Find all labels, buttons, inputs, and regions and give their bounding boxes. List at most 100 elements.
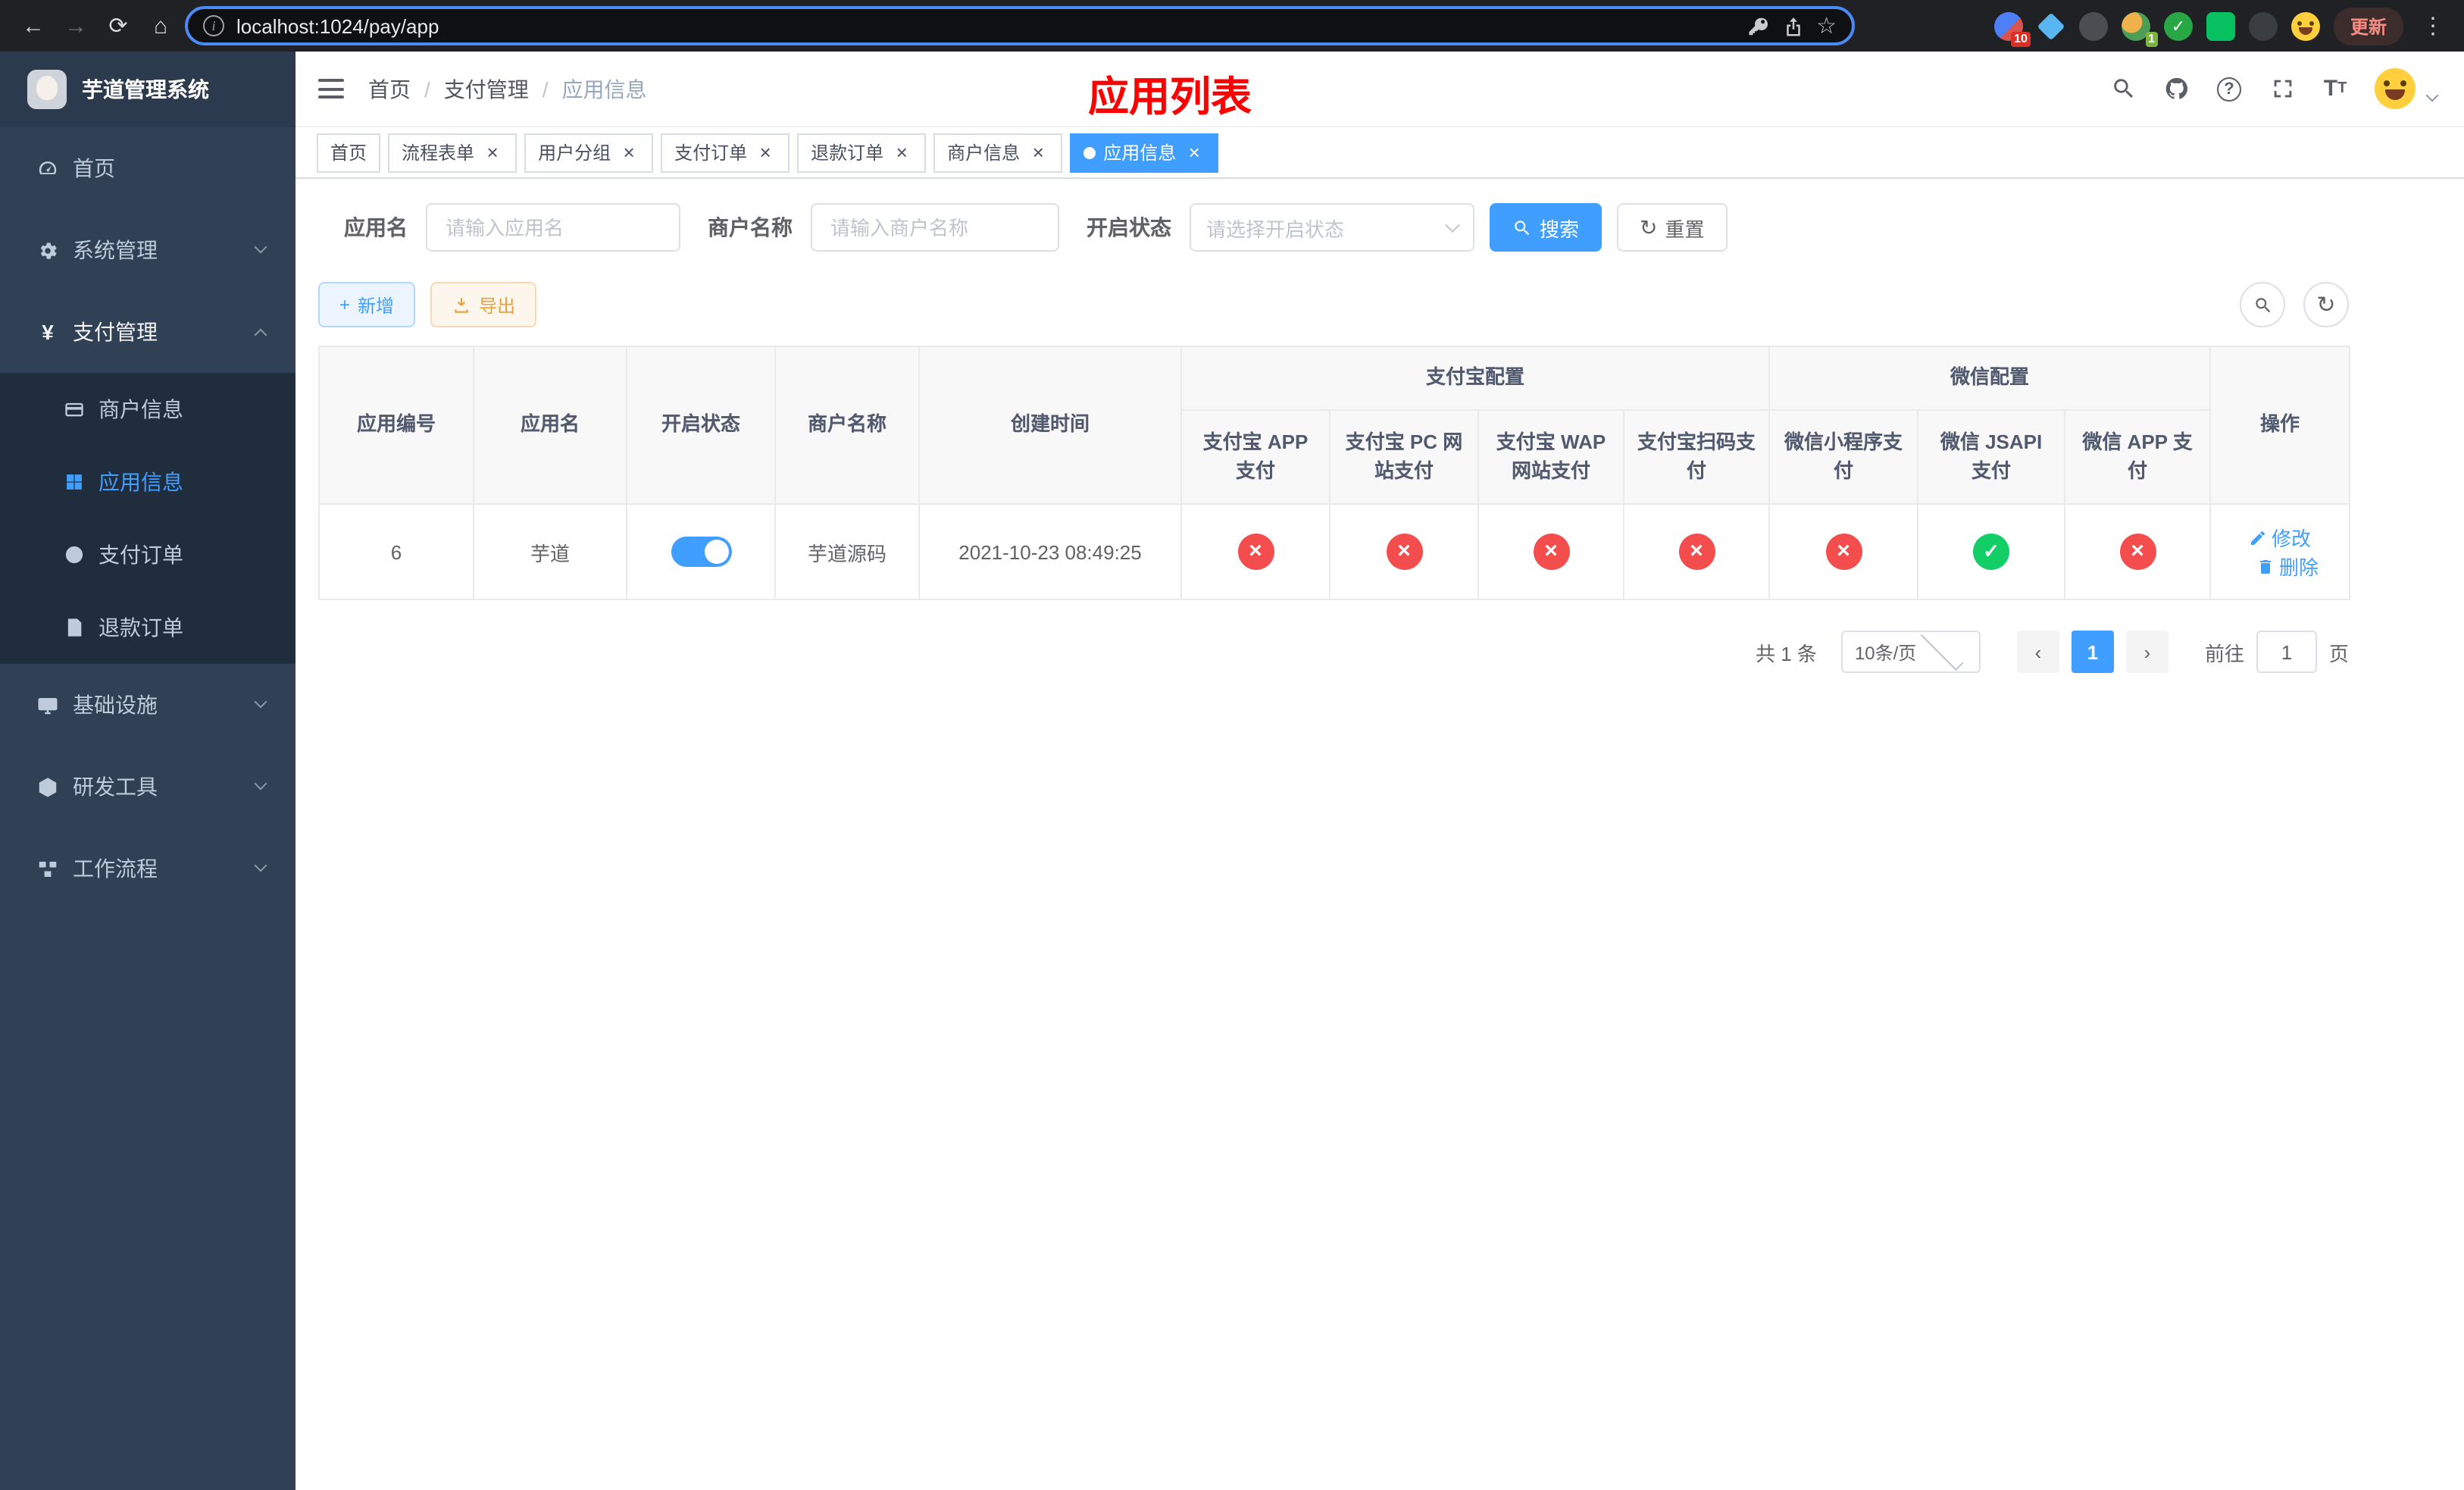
status-select[interactable]: 请选择开启状态 [1190, 203, 1474, 252]
page-info-icon[interactable]: i [203, 15, 224, 36]
font-size-icon[interactable]: TT [2322, 75, 2349, 102]
prev-page-button[interactable]: ‹ [2016, 631, 2059, 673]
cell-wechat-mini-pay [1768, 503, 1919, 600]
edit-button[interactable]: 修改 [2249, 523, 2311, 552]
extension-icon-pin[interactable] [2248, 11, 2278, 40]
sidebar-item-infrastructure[interactable]: 基础设施 [0, 664, 295, 746]
status-toggle[interactable] [671, 537, 731, 567]
delete-button[interactable]: 删除 [2256, 552, 2319, 581]
sidebar-item-payment[interactable]: ¥ 支付管理 [0, 291, 295, 373]
sidebar-item-app-info[interactable]: 应用信息 [0, 446, 295, 518]
tabs-bar: 首页 流程表单 × 用户分组 × 支付订单 × 退款订单 × 商户信息 × 应用… [295, 127, 2464, 179]
cell-alipay-pc-pay [1329, 503, 1479, 600]
extension-icon-check[interactable]: ✓ [2163, 11, 2193, 40]
next-page-button[interactable]: › [2125, 631, 2169, 673]
col-wechat-mini: 微信小程序支付 [1768, 409, 1919, 505]
sidebar-item-home[interactable]: 首页 [0, 127, 295, 209]
status-label: 开启状态 [1087, 215, 1171, 239]
tab-user-group[interactable]: 用户分组 × [524, 133, 654, 172]
chevron-down-icon [1920, 627, 1964, 671]
tab-refund-order[interactable]: 退款订单 × [797, 133, 927, 172]
config-status-icon [1386, 534, 1422, 570]
close-icon[interactable]: × [618, 142, 639, 163]
tab-pay-order[interactable]: 支付订单 × [661, 133, 790, 172]
reload-button[interactable]: ⟳ [100, 8, 136, 44]
config-status-icon [1237, 534, 1274, 570]
user-avatar[interactable] [2375, 68, 2416, 109]
extension-icon-chat[interactable] [2206, 11, 2235, 40]
extension-icon-avatar[interactable]: 1 [2121, 11, 2158, 46]
breadcrumb-separator: / [542, 77, 549, 101]
merchant-name-input[interactable] [811, 203, 1059, 252]
tab-label: 商户信息 [947, 142, 1021, 164]
sidebar-item-workflow[interactable]: 工作流程 [0, 828, 295, 909]
bookmark-star-icon[interactable]: ☆ [1816, 12, 1837, 39]
back-button[interactable]: ← [15, 8, 52, 44]
sidebar-item-refund-order[interactable]: 退款订单 [0, 591, 295, 664]
close-icon[interactable]: × [482, 142, 503, 163]
col-alipay-wap: 支付宝 WAP 网站支付 [1477, 409, 1624, 505]
reset-button[interactable]: ↻ 重置 [1617, 203, 1728, 252]
search-button-label: 搜索 [1540, 218, 1580, 240]
workflow-icon [36, 857, 59, 880]
close-icon[interactable]: × [755, 142, 776, 163]
github-icon[interactable] [2162, 75, 2190, 102]
tab-label: 用户分组 [538, 142, 611, 164]
config-status-icon [1973, 534, 2010, 570]
fullscreen-icon[interactable] [2269, 75, 2296, 102]
goto-page-input[interactable] [2256, 631, 2317, 673]
apps-table: 应用编号 应用名 开启状态 商户名称 创建时间 支付宝配置 微信配置 操作 支付… [318, 346, 2351, 600]
extension-icon-emoji[interactable] [2290, 11, 2320, 40]
sidebar-item-merchant-info[interactable]: 商户信息 [0, 373, 295, 446]
sidebar-toggle-icon[interactable] [318, 79, 344, 99]
app-frame: 芋道管理系统 首页 系统管理 ¥ 支付管理 商户信息 应用信息 支付订单 退款订… [0, 52, 2464, 1490]
export-button-label: 导出 [479, 295, 516, 316]
add-button[interactable]: + 新增 [318, 282, 416, 327]
tab-process-form[interactable]: 流程表单 × [388, 133, 518, 172]
cell-app-name: 芋道 [473, 503, 627, 600]
url-bar[interactable]: i localhost:1024/pay/app ☆ [185, 6, 1855, 45]
tab-home[interactable]: 首页 [317, 133, 381, 172]
chevron-down-icon [1445, 217, 1460, 232]
help-icon[interactable]: ? [2215, 75, 2243, 102]
password-key-icon[interactable] [1746, 14, 1769, 37]
active-dot-icon [1083, 146, 1096, 158]
refresh-table-button[interactable]: ↻ [2303, 282, 2349, 327]
col-alipay-pc: 支付宝 PC 网站支付 [1329, 409, 1479, 505]
tab-merchant-info[interactable]: 商户信息 × [933, 133, 1063, 172]
tab-app-info[interactable]: 应用信息 × [1070, 133, 1219, 172]
home-button[interactable]: ⌂ [142, 8, 179, 44]
page-size-select[interactable]: 10条/页 [1840, 627, 1981, 673]
browser-menu-icon[interactable]: ⋮ [2417, 12, 2449, 39]
sidebar-item-dev-tools[interactable]: 研发工具 [0, 746, 295, 828]
close-icon[interactable]: × [1027, 142, 1049, 163]
export-button[interactable]: 导出 [430, 282, 537, 327]
credit-card-icon [62, 398, 85, 421]
coin-icon [62, 543, 85, 566]
extension-badge: 10 [2011, 31, 2031, 46]
extension-icon-dark[interactable] [2078, 11, 2108, 40]
app-name-input[interactable] [426, 203, 680, 252]
col-alipay-qr: 支付宝扫码支付 [1622, 409, 1771, 505]
extension-icon-puzzle[interactable]: 10 [1993, 11, 2031, 46]
app-title: 芋道管理系统 [82, 77, 209, 102]
breadcrumb-home[interactable]: 首页 [368, 74, 411, 104]
extension-icon-diamond[interactable] [2037, 11, 2065, 40]
page-number-button[interactable]: 1 [2071, 631, 2114, 673]
browser-update-button[interactable]: 更新 [2333, 7, 2403, 45]
sidebar-item-pay-order[interactable]: 支付订单 [0, 518, 295, 591]
chevron-down-icon [254, 240, 267, 254]
cell-create-time: 2021-10-23 08:49:25 [918, 503, 1182, 600]
avatar-caret-icon[interactable] [2425, 88, 2439, 102]
search-button[interactable]: 搜索 [1490, 203, 1603, 252]
close-icon[interactable]: × [1184, 142, 1205, 163]
search-icon[interactable] [2109, 75, 2137, 102]
breadcrumb-payment[interactable]: 支付管理 [444, 74, 529, 104]
sidebar-logo[interactable]: 芋道管理系统 [0, 52, 295, 127]
toggle-search-button[interactable] [2240, 282, 2285, 327]
forward-button[interactable]: → [58, 8, 94, 44]
share-icon[interactable] [1781, 14, 1804, 37]
close-icon[interactable]: × [891, 142, 912, 163]
sidebar-item-system[interactable]: 系统管理 [0, 209, 295, 291]
tab-label: 首页 [330, 142, 367, 164]
